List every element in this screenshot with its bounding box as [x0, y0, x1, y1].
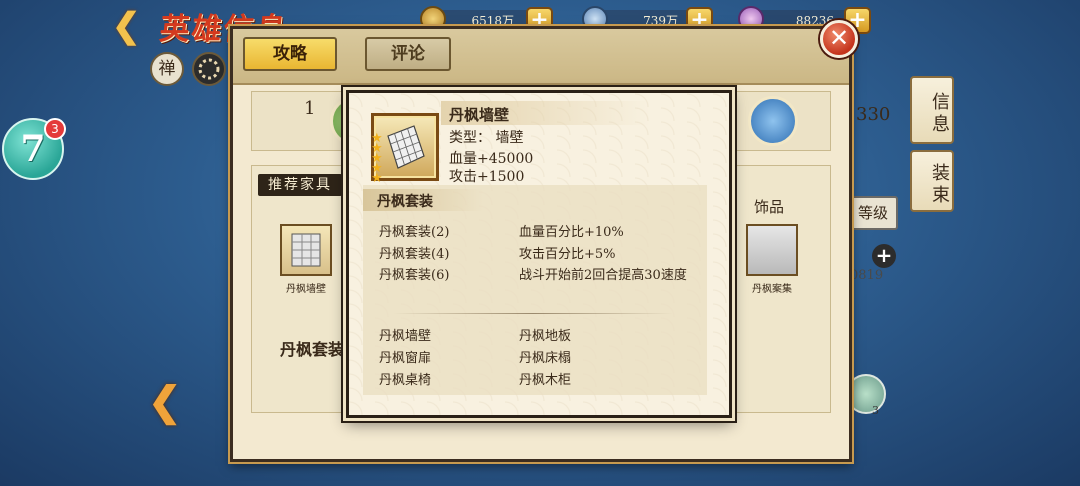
- decor-item-label: 丹枫案集: [752, 284, 792, 295]
- set-bonus-effect: 血量百分比+10%: [519, 225, 624, 240]
- divider: [393, 313, 673, 314]
- decor-item[interactable]: [746, 224, 798, 276]
- star-icon: ★: [371, 171, 383, 186]
- tab-outfit[interactable]: 装束: [910, 150, 954, 212]
- set-piece: 丹枫窗扉: [379, 351, 432, 366]
- add-icon[interactable]: +: [872, 244, 896, 268]
- set-bonus-effect: 攻击百分比+5%: [519, 247, 616, 262]
- set-title: 丹枫套装: [377, 194, 433, 210]
- back-arrow-icon[interactable]: ❮: [112, 8, 148, 44]
- stat-value-2: 0819: [850, 268, 884, 283]
- hero-avatar[interactable]: [748, 96, 798, 146]
- tab-strategy[interactable]: 攻略: [243, 37, 337, 71]
- set-piece: 丹枫木柜: [519, 373, 572, 388]
- set-bonus-name: 丹枫套装(2): [379, 225, 450, 240]
- set-bonus-name: 丹枫套装(6): [379, 268, 450, 283]
- set-bonus-effect: 战斗开始前2回合提高30速度: [519, 268, 687, 283]
- panel-header: 攻略 评论: [233, 29, 849, 85]
- section-label: 推荐家具: [258, 174, 342, 196]
- set-piece: 丹枫地板: [519, 329, 572, 344]
- furniture-item-label: 丹枫墙壁: [286, 284, 326, 295]
- shield-count: 3: [872, 404, 879, 417]
- level-button[interactable]: 等级: [848, 196, 898, 230]
- decor-label: 饰品: [754, 198, 785, 216]
- shield-icon[interactable]: [846, 374, 886, 414]
- item-type: 类型： 墙壁: [449, 130, 524, 146]
- prayer-bead-icon[interactable]: [192, 52, 226, 86]
- previous-hero-arrow-icon[interactable]: ❮: [148, 378, 182, 425]
- set-bonus-name: 丹枫套装(4): [379, 247, 450, 262]
- set-piece: 丹枫墙壁: [379, 329, 432, 344]
- zen-icon[interactable]: 禅: [150, 52, 184, 86]
- item-name: 丹枫墙壁: [449, 106, 510, 124]
- tab-comments[interactable]: 评论: [365, 37, 451, 71]
- suit-name: 丹枫套装: [280, 340, 345, 359]
- close-button[interactable]: ✕: [820, 20, 858, 58]
- item-hp: 血量+45000: [449, 151, 534, 167]
- stat-value: 330: [856, 104, 891, 125]
- tab-info[interactable]: 信息: [910, 76, 954, 144]
- item-detail-popup: ★ ★ ★ ★ ★ 丹枫墙壁 类型： 墙壁 血量+45000 攻击+1500 丹…: [346, 90, 732, 418]
- item-attack: 攻击+1500: [449, 169, 525, 185]
- set-piece: 丹枫床榻: [519, 351, 572, 366]
- row-number: 1: [304, 98, 316, 119]
- notification-count: 3: [44, 118, 66, 140]
- furniture-item[interactable]: [280, 224, 332, 276]
- set-piece: 丹枫桌椅: [379, 373, 432, 388]
